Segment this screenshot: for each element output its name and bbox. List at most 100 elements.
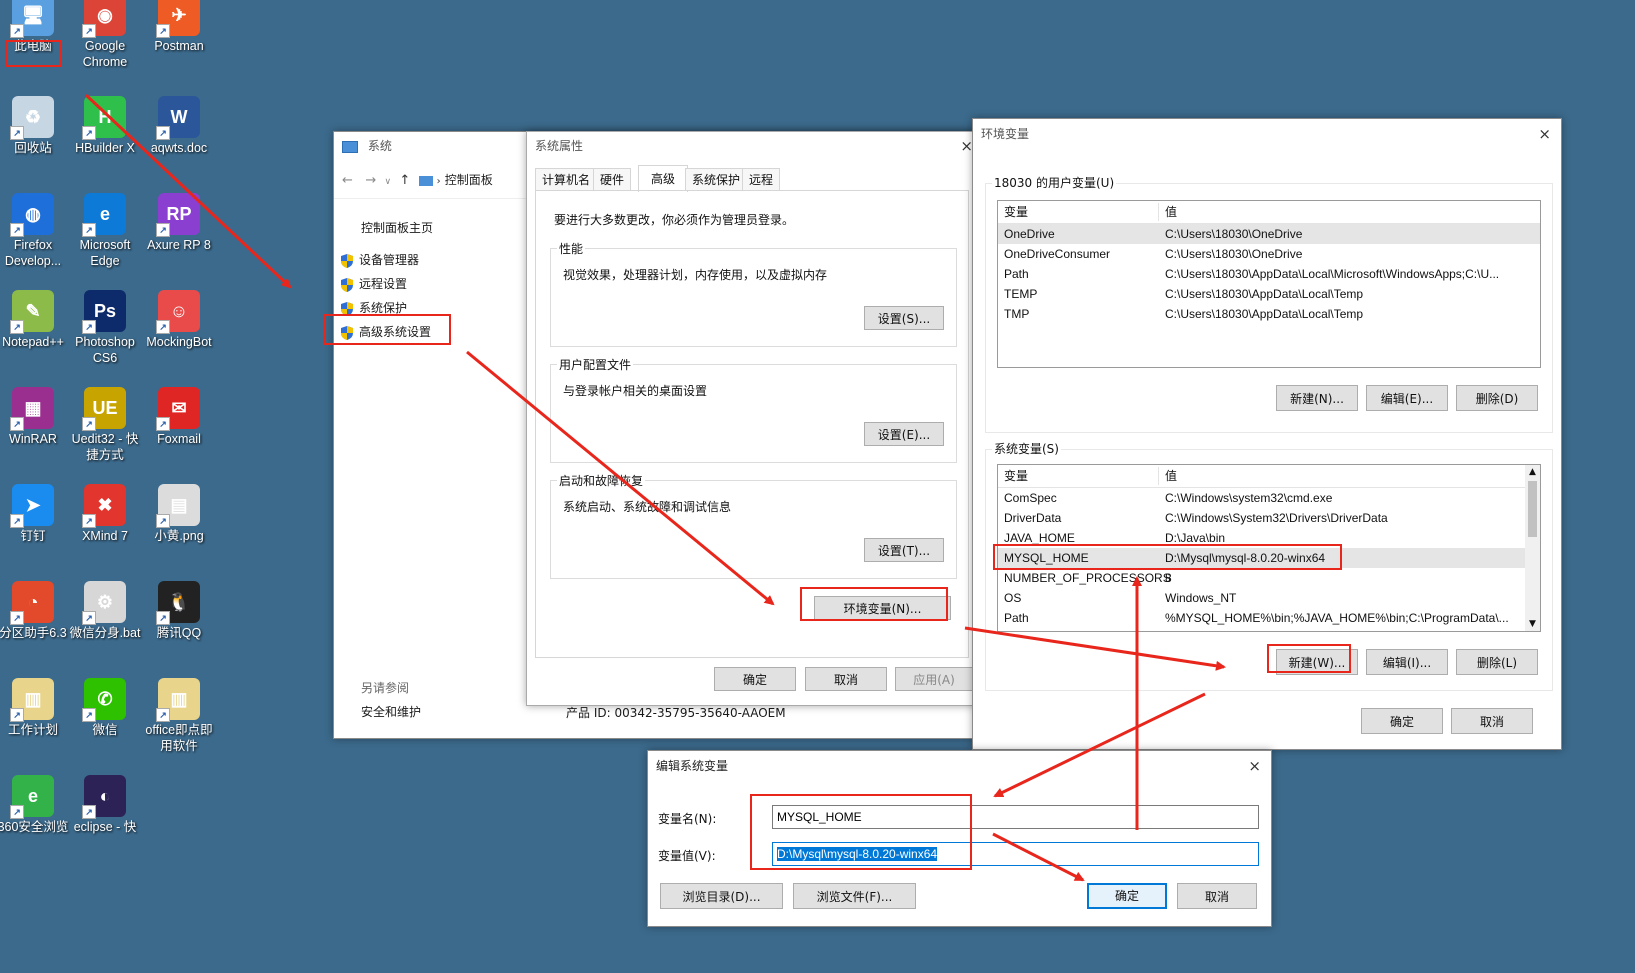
app-icon: ▦ ↗ — [10, 387, 54, 431]
user-new-button[interactable]: 新建(N)... — [1276, 385, 1358, 411]
sysprops-apply-button[interactable]: 应用(A) — [895, 667, 973, 691]
variable-row[interactable]: TEMP C:\Users\18030\AppData\Local\Temp — [998, 284, 1540, 304]
variable-row[interactable]: Path %MYSQL_HOME%\bin;%JAVA_HOME%\bin;C:\… — [998, 608, 1540, 628]
desktop-icon[interactable]: H ↗ HBuilder X — [67, 96, 143, 156]
variable-value: 8 — [1165, 571, 1172, 585]
app-icon: ◉ ↗ — [82, 0, 126, 38]
desktop-icon-label: 工作计划 — [7, 723, 58, 737]
performance-settings-button[interactable]: 设置(S)... — [864, 306, 944, 330]
desktop-icon[interactable]: W ↗ aqwts.doc — [141, 96, 217, 156]
app-icon: ⚙ ↗ — [82, 581, 126, 625]
system-edit-button[interactable]: 编辑(I)... — [1366, 649, 1448, 675]
variable-row[interactable]: OneDrive C:\Users\18030\OneDrive — [998, 224, 1540, 244]
annotation-box-advanced-settings — [323, 314, 451, 345]
variable-row[interactable]: TMP C:\Users\18030\AppData\Local\Temp — [998, 304, 1540, 324]
app-icon: ▥ ↗ — [156, 678, 200, 722]
desktop-icon[interactable]: e ↗ Microsoft Edge — [67, 193, 143, 269]
user-delete-button[interactable]: 删除(D) — [1456, 385, 1538, 411]
col-value[interactable]: 值 — [1165, 201, 1177, 223]
variable-row[interactable]: ComSpec C:\Windows\system32\cmd.exe — [998, 488, 1540, 508]
app-icon: ◍ ↗ — [10, 193, 54, 237]
desktop-icon[interactable]: ▤ ↗ 小黄.png — [141, 484, 217, 544]
up-arrow-icon[interactable]: ↑ — [399, 173, 410, 188]
scroll-down-icon[interactable]: ▼ — [1525, 617, 1540, 631]
control-panel-home-link[interactable]: 控制面板主页 — [361, 219, 433, 236]
user-list-header: 变量 值 — [998, 201, 1540, 224]
col-value[interactable]: 值 — [1165, 465, 1177, 487]
variable-row[interactable]: NUMBER_OF_PROCESSORS 8 — [998, 568, 1540, 588]
col-variable[interactable]: 变量 — [1004, 201, 1028, 223]
forward-arrow-icon[interactable]: → — [365, 173, 376, 188]
sysprops-cancel-button[interactable]: 取消 — [805, 667, 887, 691]
system-properties-titlebar[interactable]: 系统属性 × — [527, 132, 975, 160]
desktop-icon[interactable]: ♻ ↗ 回收站 — [0, 96, 71, 156]
desktop-icon[interactable]: ▦ ↗ WinRAR — [0, 387, 71, 447]
remote-settings-link[interactable]: 远程设置 — [341, 275, 407, 292]
shortcut-arrow-icon: ↗ — [10, 320, 24, 334]
desktop-icon[interactable]: ▥ ↗ 工作计划 — [0, 678, 71, 738]
user-variables-list[interactable]: 变量 值 OneDrive C:\Users\18030\OneDrive OneD… — [997, 200, 1541, 368]
close-icon[interactable]: × — [1248, 751, 1261, 781]
desktop-icon[interactable]: ➤ ↗ 钉钉 — [0, 484, 71, 544]
app-icon: RP ↗ — [156, 193, 200, 237]
user-edit-button[interactable]: 编辑(E)... — [1366, 385, 1448, 411]
desktop-icon[interactable]: ◉ ↗ Google Chrome — [67, 0, 143, 70]
desktop-icon-label: 回收站 — [14, 141, 52, 155]
variable-name: DriverData — [1004, 511, 1062, 525]
desktop-icon[interactable]: ◍ ↗ Firefox Develop... — [0, 193, 71, 269]
scrollbar-thumb[interactable] — [1528, 481, 1537, 537]
desktop-icon[interactable]: e ↗ 360安全浏览 — [0, 775, 71, 835]
back-arrow-icon[interactable]: ← — [342, 173, 353, 188]
browse-directory-button[interactable]: 浏览目录(D)... — [660, 883, 783, 909]
desktop-icon[interactable]: ☺ ↗ MockingBot — [141, 290, 217, 350]
desktop-icon[interactable]: ◔ ↗ 分区助手6.3 — [0, 581, 71, 641]
edit-ok-button[interactable]: 确定 — [1087, 883, 1167, 909]
browse-file-button[interactable]: 浏览文件(F)... — [793, 883, 916, 909]
close-icon[interactable]: × — [1538, 119, 1551, 149]
device-manager-link[interactable]: 设备管理器 — [341, 251, 419, 268]
edit-cancel-button[interactable]: 取消 — [1177, 883, 1257, 909]
sysprops-ok-button[interactable]: 确定 — [714, 667, 796, 691]
column-separator[interactable] — [1158, 203, 1159, 221]
system-delete-button[interactable]: 删除(L) — [1456, 649, 1538, 675]
desktop-icon[interactable]: ⚙ ↗ 微信分身.bat — [67, 581, 143, 641]
edit-dialog-titlebar[interactable]: 编辑系统变量 × — [648, 751, 1271, 781]
desktop-icon[interactable]: UE ↗ Uedit32 - 快捷方式 — [67, 387, 143, 463]
tab-hardware[interactable]: 硬件 — [593, 168, 632, 191]
system-protection-label: 系统保护 — [359, 301, 408, 315]
env-ok-button[interactable]: 确定 — [1361, 708, 1443, 734]
breadcrumb[interactable]: 控制面板 — [445, 173, 493, 187]
env-titlebar[interactable]: 环境变量 × — [973, 119, 1561, 149]
desktop-icon[interactable]: ✆ ↗ 微信 — [67, 678, 143, 738]
desktop-icon[interactable]: ✖ ↗ XMind 7 — [67, 484, 143, 544]
variable-row[interactable]: OS Windows_NT — [998, 588, 1540, 608]
user-profiles-group: 用户配置文件 与登录帐户相关的桌面设置 设置(E)... — [550, 356, 957, 463]
tab-remote[interactable]: 远程 — [742, 168, 781, 191]
shortcut-arrow-icon: ↗ — [156, 320, 170, 334]
desktop-icon[interactable]: ◐ ↗ eclipse - 快 — [67, 775, 143, 835]
app-icon: ✆ ↗ — [82, 678, 126, 722]
desktop-icon[interactable]: ▥ ↗ office即点即用软件 — [141, 678, 217, 754]
user-profiles-settings-button[interactable]: 设置(E)... — [864, 422, 944, 446]
chevron-down-icon[interactable]: ∨ — [384, 177, 391, 187]
variable-row[interactable]: OneDriveConsumer C:\Users\18030\OneDrive — [998, 244, 1540, 264]
security-maintenance-link[interactable]: 安全和维护 — [361, 703, 421, 720]
variable-row[interactable]: Path C:\Users\18030\AppData\Local\Microso… — [998, 264, 1540, 284]
tab-advanced[interactable]: 高级 — [638, 165, 689, 192]
desktop-icon[interactable]: RP ↗ Axure RP 8 — [141, 193, 217, 253]
desktop-icon[interactable]: 🐧 ↗ 腾讯QQ — [141, 581, 217, 641]
tab-computer-name[interactable]: 计算机名 — [535, 168, 598, 191]
desktop-icon[interactable]: ✎ ↗ Notepad++ — [0, 290, 71, 350]
column-separator[interactable] — [1158, 467, 1159, 485]
desktop-icon[interactable]: Ps ↗ Photoshop CS6 — [67, 290, 143, 366]
desktop-icon[interactable]: ✈ ↗ Postman — [141, 0, 217, 54]
tab-system-protection[interactable]: 系统保护 — [685, 168, 748, 191]
env-cancel-button[interactable]: 取消 — [1451, 708, 1533, 734]
env-title: 环境变量 — [981, 127, 1030, 141]
variable-row[interactable]: DriverData C:\Windows\System32\Drivers\Dr… — [998, 508, 1540, 528]
startup-recovery-settings-button[interactable]: 设置(T)... — [864, 538, 944, 562]
scrollbar[interactable]: ▲ ▼ — [1525, 465, 1540, 631]
col-variable[interactable]: 变量 — [1004, 465, 1028, 487]
scroll-up-icon[interactable]: ▲ — [1525, 465, 1540, 479]
desktop-icon[interactable]: ✉ ↗ Foxmail — [141, 387, 217, 447]
